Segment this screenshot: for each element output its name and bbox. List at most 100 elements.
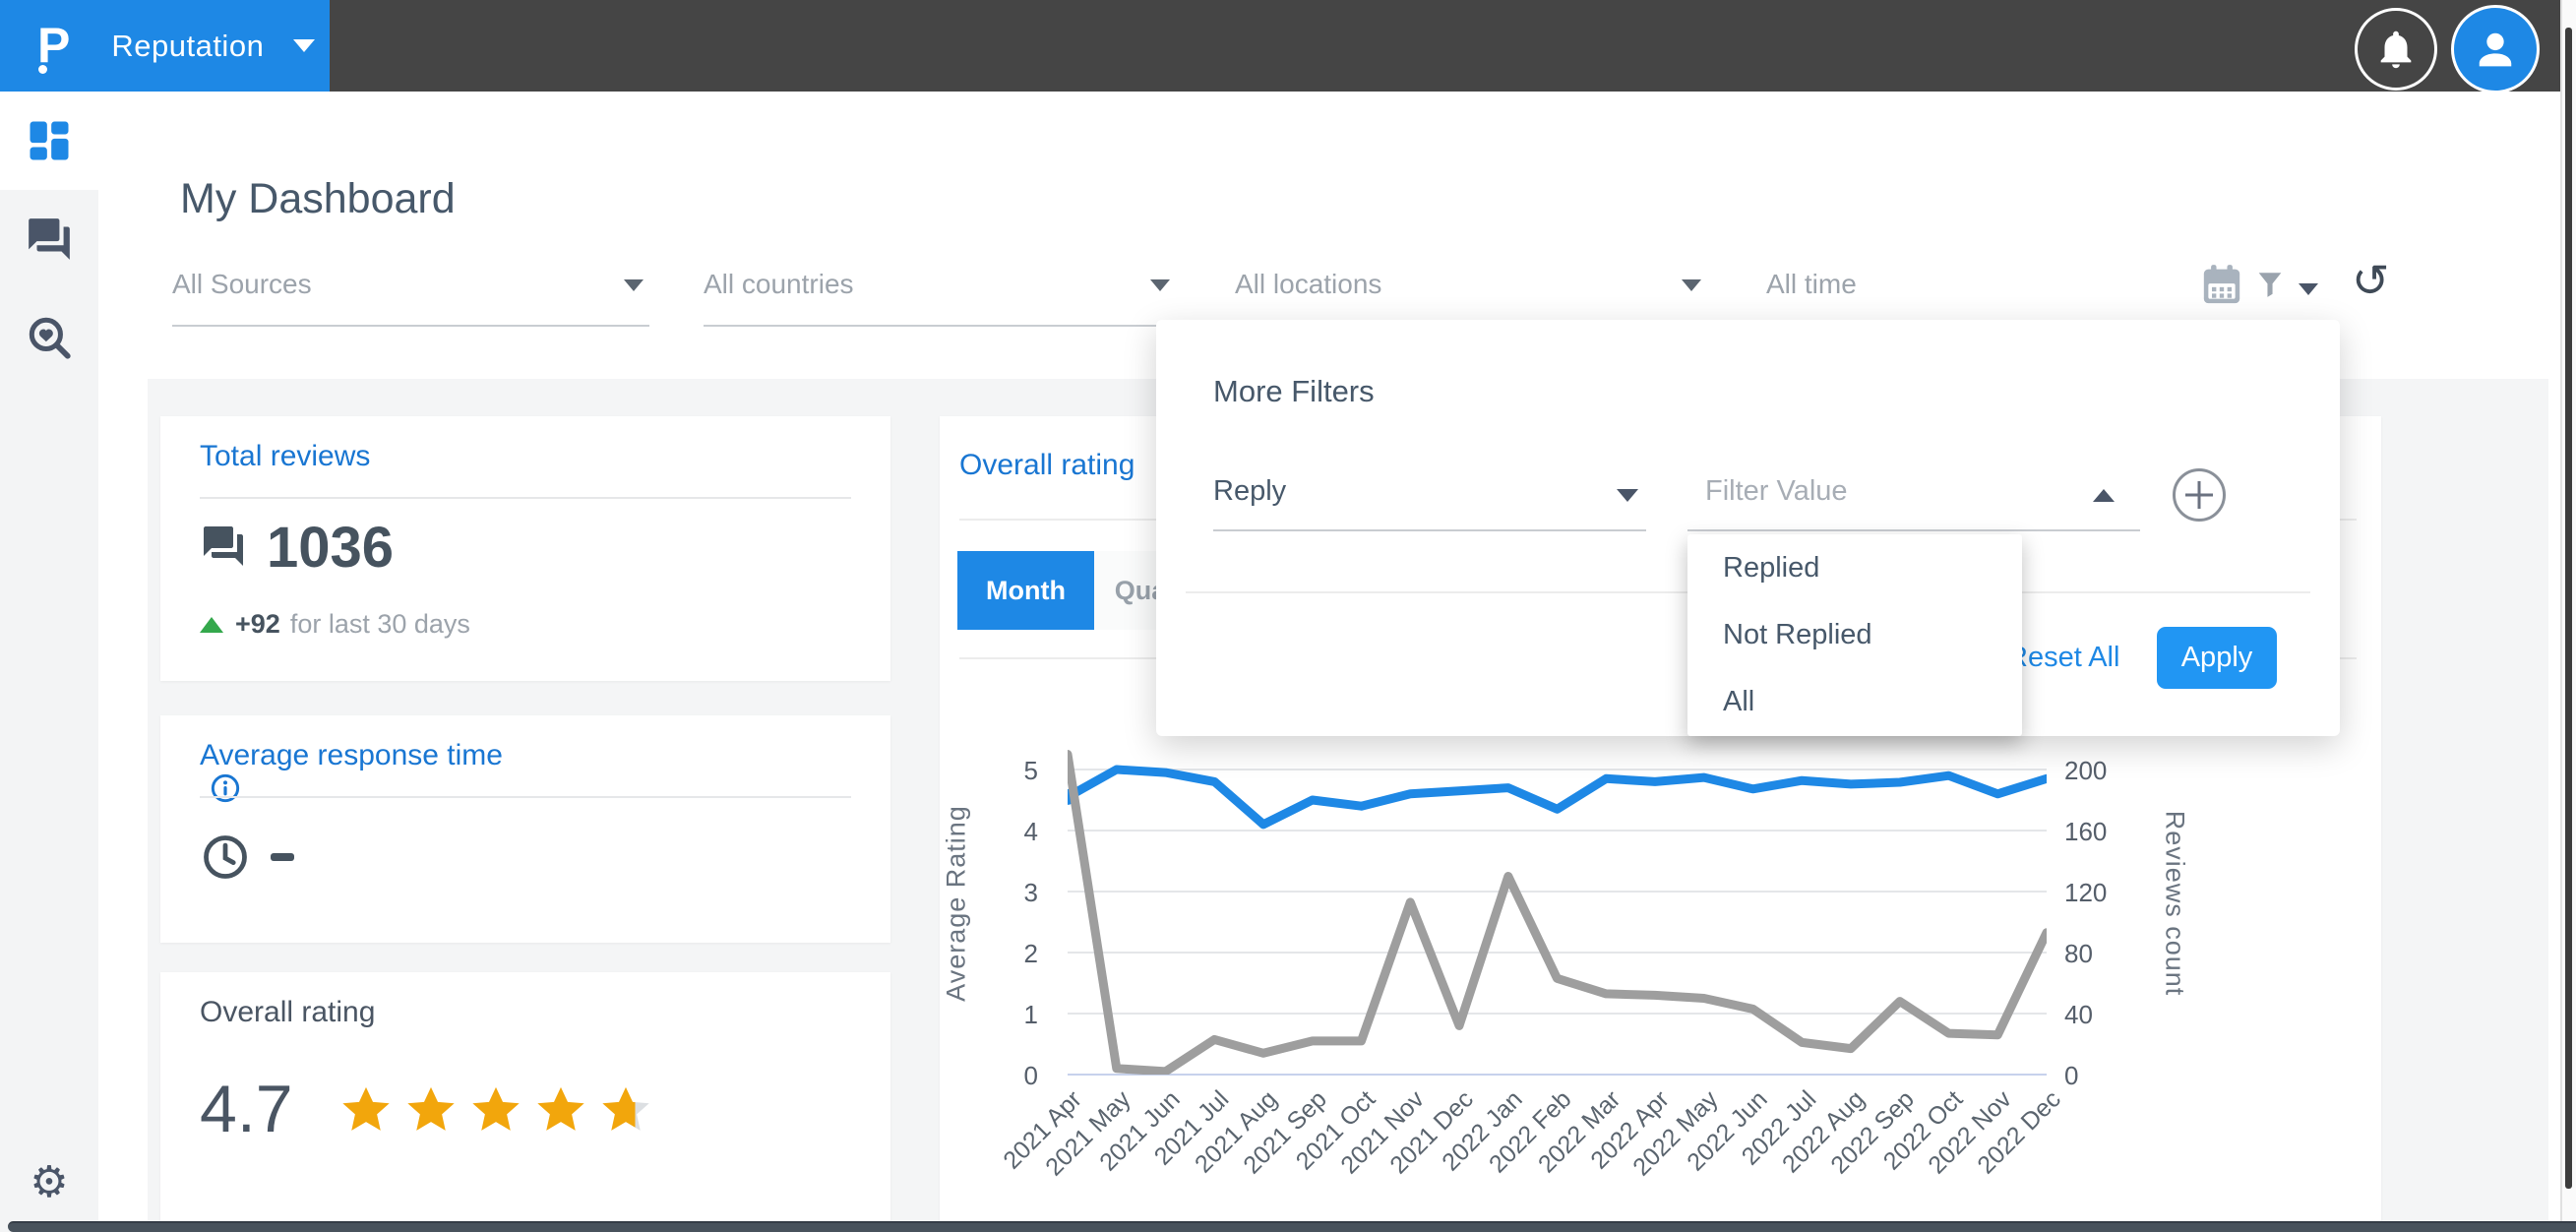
more-filters-caret-icon[interactable] [2299,283,2318,295]
left-axis-ticks: 543210 [969,0,1038,1232]
horizontal-scrollbar-thumb[interactable] [8,1221,2576,1232]
date-range-button[interactable] [2202,264,2241,307]
chevron-down-icon [1682,279,1701,291]
star-icon [532,1082,589,1140]
apply-button[interactable]: Apply [2157,627,2277,689]
series-line-0 [1068,770,2047,825]
overall-rating-value: 4.7 [200,1071,293,1147]
locations-filter-value: All locations [1235,269,1381,300]
sidebar: ⚙ [0,92,98,1232]
divider [200,796,851,798]
chart-plot-area [1068,733,2047,1075]
vertical-scrollbar-thumb[interactable] [2565,28,2572,1189]
filter-underline [704,325,1176,327]
axis-tick: 4 [1024,817,1038,847]
dashboard-icon [24,115,75,166]
filter-value-placeholder: Filter Value [1705,475,1848,508]
more-filters-title: More Filters [1213,374,1375,409]
reputation-dashboard-page: P Reputation [0,0,2576,1232]
axis-tick: 200 [2064,756,2107,786]
clock-icon [200,832,251,883]
filter-underline [172,325,649,327]
chevron-down-icon [624,279,644,291]
sidebar-item-reviews[interactable] [0,190,98,288]
star-icon [597,1082,654,1140]
calendar-icon [2202,264,2241,307]
avg-response-time-title[interactable]: Average response time [200,739,503,804]
menu-item-all[interactable]: All [1687,669,2022,736]
filter-value-menu: Replied Not Replied All [1687,534,2022,736]
menu-item-not-replied[interactable]: Not Replied [1687,601,2022,668]
divider [200,497,851,499]
axis-tick: 160 [2064,817,2107,847]
trend-up-icon [200,617,223,633]
countries-filter-select[interactable]: All countries [704,266,1176,327]
funnel-icon [2253,268,2287,303]
info-icon[interactable] [210,772,241,804]
product-name: Reputation [111,29,264,64]
menu-item-replied[interactable]: Replied [1687,534,2022,601]
chevron-down-icon [1617,489,1638,502]
sources-filter-value: All Sources [172,269,312,300]
star-icon [467,1082,524,1140]
star-rating [337,1082,654,1140]
add-filter-button[interactable] [2173,468,2226,522]
total-reviews-title[interactable]: Total reviews [200,440,370,473]
delta-caption: for last 30 days [290,609,470,640]
logo-dot-icon [38,65,47,74]
time-filter-value: All time [1766,269,1857,300]
right-axis-title: Reviews count [2160,811,2190,997]
star-icon [402,1082,460,1140]
total-reviews-delta-row: +92 for last 30 days [200,609,470,640]
filter-field-select[interactable]: Reply [1213,458,1646,531]
vertical-scrollbar[interactable] [2560,0,2576,1232]
top-bar: P Reputation [0,0,2576,92]
axis-tick: 5 [1024,756,1038,786]
chevron-up-icon [2093,489,2115,502]
axis-tick: 0 [2064,1061,2078,1091]
star-icon [337,1082,395,1140]
reset-filters-button[interactable]: ↺ [2352,258,2390,303]
sidebar-item-review-search[interactable] [0,288,98,387]
notifications-button[interactable] [2355,8,2437,91]
left-axis-title: Average Rating [942,805,972,1002]
overall-rating-title: Overall rating [200,996,375,1029]
sources-filter-select[interactable]: All Sources [172,266,649,327]
sidebar-item-dashboard[interactable] [0,92,98,190]
time-filter-select[interactable]: All time [1766,266,2239,327]
avg-response-time-value [271,853,294,861]
more-filters-button[interactable] [2253,268,2287,303]
countries-filter-value: All countries [704,269,854,300]
line-chart [1068,733,2047,1075]
settings-gear-icon[interactable]: ⚙ [0,1161,98,1204]
chevron-down-icon [293,39,315,52]
overall-rating-card: Overall rating 4.7 [160,972,890,1232]
locations-filter-select[interactable]: All locations [1235,266,1707,327]
filter-field-value: Reply [1213,475,1286,508]
chat-bubbles-icon [25,215,74,264]
brand-logo: P [37,0,70,92]
avg-response-time-title-text: Average response time [200,739,503,771]
delta-value: +92 [235,609,280,640]
filter-value-select[interactable]: Filter Value [1687,458,2140,531]
person-icon [2470,24,2521,75]
select-underline [1213,529,1646,531]
axis-tick: 120 [2064,878,2107,908]
total-reviews-value: 1036 [267,515,394,581]
product-switcher[interactable]: P Reputation [0,0,330,92]
chat-bubbles-icon [200,523,247,570]
axis-tick: 1 [1024,1000,1038,1030]
user-avatar[interactable] [2451,5,2540,93]
page-title: My Dashboard [180,175,456,223]
avg-response-time-card: Average response time [160,715,890,943]
chevron-down-icon [1150,279,1170,291]
axis-tick: 80 [2064,939,2093,969]
search-heart-icon [25,313,74,362]
bell-icon [2373,27,2419,72]
axis-tick: 2 [1024,939,1038,969]
reset-all-link[interactable]: Reset All [2007,642,2119,674]
axis-tick: 0 [1024,1061,1038,1091]
select-underline [1687,529,2140,531]
series-line-1 [1068,755,2047,1072]
total-reviews-card: Total reviews 1036 +92 for last 30 days [160,416,890,681]
